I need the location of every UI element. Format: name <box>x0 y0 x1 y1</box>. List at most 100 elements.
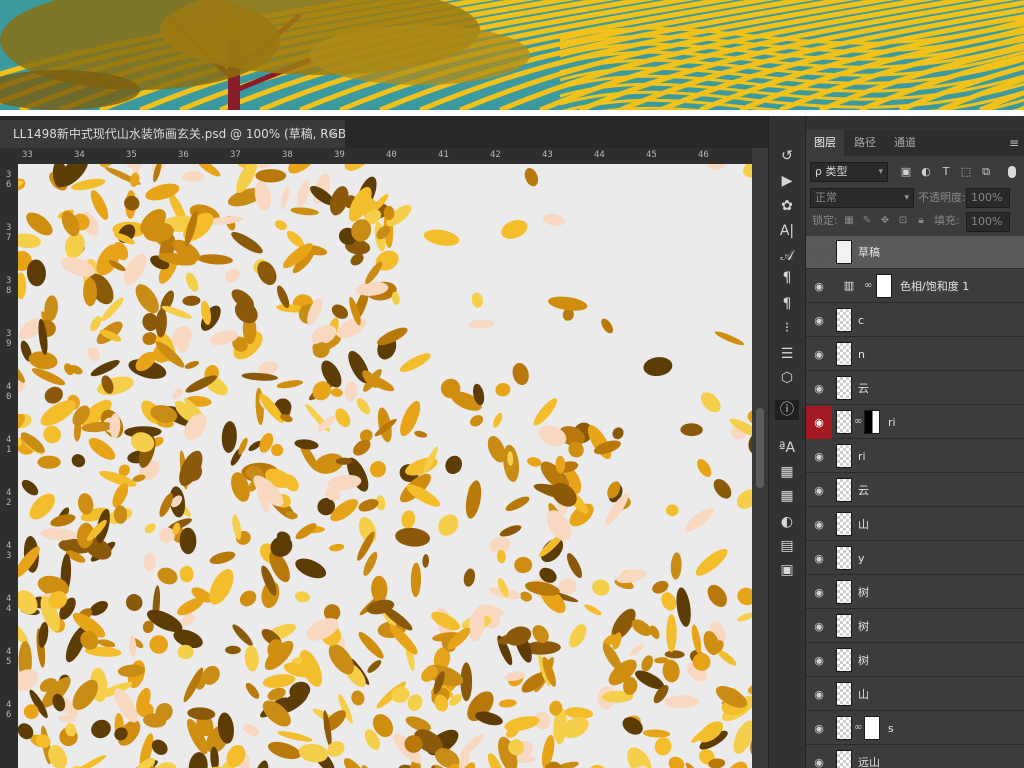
3d-icon[interactable]: ⬡ <box>775 368 799 388</box>
layer-name[interactable]: 云 <box>858 372 869 405</box>
layer-mask-thumbnail[interactable] <box>864 410 880 434</box>
visibility-eye-icon[interactable]: ◉ <box>806 644 832 677</box>
layer-name[interactable]: 树 <box>858 610 869 643</box>
panel-collapse-bar[interactable] <box>806 116 1024 130</box>
palette-icon[interactable]: ✿ <box>775 196 799 216</box>
layer-row[interactable]: ◉ c <box>806 304 1024 337</box>
visibility-eye-icon[interactable]: ◉ <box>806 338 832 371</box>
layer-name[interactable]: ri <box>858 440 866 473</box>
layer-thumbnail[interactable] <box>836 750 852 768</box>
shape-filter-icon[interactable]: ⬚ <box>958 164 974 180</box>
history-brush-icon[interactable]: ↺ <box>775 146 799 166</box>
filter-toggle[interactable] <box>1008 166 1016 178</box>
lock-pixels-icon[interactable]: ✎ <box>860 214 874 228</box>
layer-thumbnail[interactable] <box>836 716 852 740</box>
layer-row[interactable]: ◉ n <box>806 338 1024 371</box>
visibility-eye-icon[interactable]: ◉ <box>806 270 832 303</box>
layer-thumbnail[interactable] <box>836 410 852 434</box>
layer-mask-thumbnail[interactable] <box>876 274 892 298</box>
layer-row[interactable]: ◉ ∞ ri <box>806 406 1024 439</box>
layer-name[interactable]: 树 <box>858 576 869 609</box>
blend-mode-select[interactable]: 正常 ▾ <box>810 188 914 208</box>
close-tab-icon[interactable]: × <box>328 120 337 148</box>
visibility-eye-icon[interactable]: ◉ <box>806 610 832 643</box>
layer-thumbnail[interactable] <box>836 648 852 672</box>
layer-thumbnail[interactable] <box>836 512 852 536</box>
layer-name[interactable]: y <box>858 542 865 575</box>
panel-menu-icon[interactable]: ≡ <box>1009 130 1019 156</box>
lock-artboard-icon[interactable]: ⊡ <box>896 214 910 228</box>
properties-icon[interactable]: ▣ <box>775 560 799 580</box>
link-icon[interactable]: ∞ <box>864 279 872 293</box>
info-icon[interactable]: ⓘ <box>775 400 799 420</box>
layer-row[interactable]: ◉ 山 <box>806 508 1024 541</box>
layer-row[interactable]: ◉ 树 <box>806 576 1024 609</box>
layer-row[interactable]: ◉ 云 <box>806 372 1024 405</box>
layer-row[interactable]: ◉ ▥ ∞ 色相/饱和度 1 <box>806 270 1024 303</box>
visibility-eye-icon[interactable]: ◉ <box>806 372 832 405</box>
layer-row[interactable]: ◉ y <box>806 542 1024 575</box>
visibility-eye-icon[interactable]: ◉ <box>806 576 832 609</box>
brush-settings-icon[interactable]: ⁝ <box>775 318 799 338</box>
play-icon[interactable]: ▶ <box>775 171 799 191</box>
visibility-eye-icon[interactable]: ◉ <box>806 542 832 575</box>
visibility-eye-icon[interactable]: ◉ <box>806 406 832 439</box>
opacity-input[interactable]: 100% <box>966 188 1010 208</box>
filter-kind-select[interactable]: ρ 类型 ▾ <box>810 162 888 182</box>
document-canvas[interactable] <box>18 164 752 768</box>
layer-row[interactable]: 草稿 <box>806 236 1024 269</box>
layer-name[interactable]: 山 <box>858 508 869 541</box>
adjustments-icon[interactable]: ◐ <box>775 512 799 532</box>
layer-row[interactable]: ◉ 云 <box>806 474 1024 507</box>
layer-thumbnail[interactable] <box>836 240 852 264</box>
layer-thumbnail[interactable] <box>836 614 852 638</box>
glyph-icon[interactable]: 𝒜 <box>775 246 799 266</box>
type-filter-icon[interactable]: T <box>938 164 954 180</box>
layer-name[interactable]: c <box>858 304 864 337</box>
channels-icon[interactable]: ▦ <box>775 462 799 482</box>
layer-thumbnail[interactable] <box>836 376 852 400</box>
layer-name[interactable]: 远山 <box>858 746 880 768</box>
vertical-scrollbar[interactable] <box>752 148 768 768</box>
layer-thumbnail[interactable] <box>836 478 852 502</box>
visibility-eye-icon[interactable]: ◉ <box>806 712 832 745</box>
layer-name[interactable]: ri <box>888 406 896 439</box>
char-style-icon[interactable]: ªA <box>775 438 799 458</box>
layer-name[interactable]: n <box>858 338 865 371</box>
layer-thumbnail[interactable] <box>836 444 852 468</box>
lock-position-icon[interactable]: ✥ <box>878 214 892 228</box>
layer-thumbnail[interactable] <box>836 342 852 366</box>
link-icon[interactable]: ∞ <box>854 721 862 735</box>
layer-name[interactable]: 树 <box>858 644 869 677</box>
lock-all-icon[interactable]: 🔒︎ <box>914 214 928 228</box>
layer-row[interactable]: ◉ ∞ s <box>806 712 1024 745</box>
visibility-eye-icon[interactable]: ◉ <box>806 746 832 768</box>
paragraph-style-icon[interactable]: ¶ <box>775 268 799 288</box>
paragraph-icon[interactable]: ¶ <box>775 294 799 314</box>
tab-channels[interactable]: 通道 <box>886 130 924 156</box>
layer-thumbnail[interactable] <box>836 308 852 332</box>
layer-row[interactable]: ◉ 远山 <box>806 746 1024 768</box>
layer-thumbnail[interactable] <box>836 546 852 570</box>
scrollbar-thumb[interactable] <box>756 408 764 488</box>
layer-thumbnail[interactable] <box>836 682 852 706</box>
smart-object-filter-icon[interactable]: ⧉ <box>978 164 994 180</box>
pixel-filter-icon[interactable]: ▣ <box>898 164 914 180</box>
visibility-eye-icon[interactable]: ◉ <box>806 474 832 507</box>
layer-row[interactable]: ◉ 山 <box>806 678 1024 711</box>
layer-name[interactable]: 草稿 <box>858 236 880 269</box>
adjust-icon[interactable]: ☰ <box>775 344 799 364</box>
character-icon[interactable]: A| <box>775 221 799 241</box>
layer-mask-thumbnail[interactable] <box>864 716 880 740</box>
fill-input[interactable]: 100% <box>966 212 1010 232</box>
tab-layers[interactable]: 图层 <box>806 130 844 156</box>
layer-name[interactable]: 色相/饱和度 1 <box>900 270 969 303</box>
lock-transparency-icon[interactable]: ▦ <box>842 214 856 228</box>
adjustment-filter-icon[interactable]: ◐ <box>918 164 934 180</box>
visibility-eye-icon[interactable]: ◉ <box>806 440 832 473</box>
link-icon[interactable]: ∞ <box>854 415 862 429</box>
visibility-eye-icon[interactable]: ◉ <box>806 678 832 711</box>
layer-name[interactable]: s <box>888 712 894 745</box>
layer-row[interactable]: ◉ 树 <box>806 610 1024 643</box>
layer-row[interactable]: ◉ ri <box>806 440 1024 473</box>
